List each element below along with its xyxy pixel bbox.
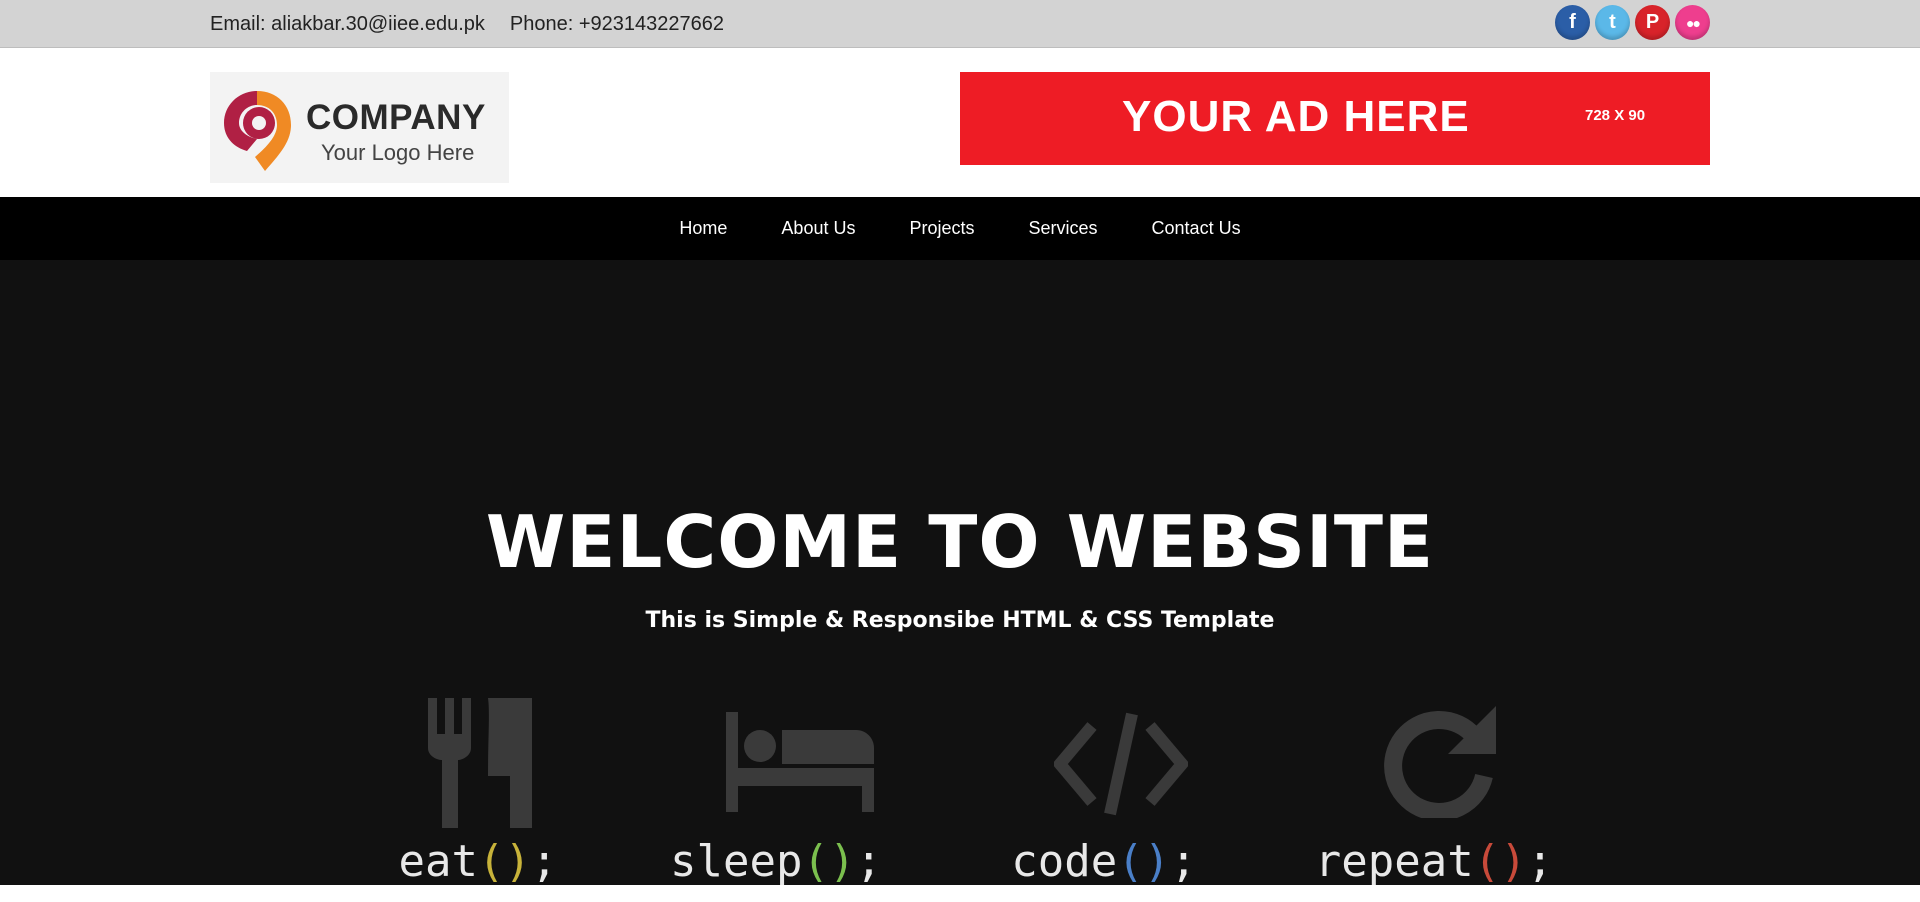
hero-motto: eat(); sleep(); code(); repeat(); xyxy=(0,698,1920,885)
main-nav: Home About Us Projects Services Contact … xyxy=(0,197,1920,260)
logo-company-name: COMPANY xyxy=(306,98,486,137)
contact-info: Email: aliakbar.30@iiee.edu.pk Phone: +9… xyxy=(210,13,724,36)
motto-sleep: sleep(); xyxy=(670,698,882,885)
motto-code: code(); xyxy=(1011,698,1197,885)
code-icon xyxy=(1052,712,1190,816)
facebook-icon[interactable]: f xyxy=(1555,5,1590,40)
logo-tagline: Your Logo Here xyxy=(321,140,475,165)
twitter-icon[interactable]: t xyxy=(1595,5,1630,40)
nav-about-us[interactable]: About Us xyxy=(781,218,855,239)
motto-code-caption: code(); xyxy=(1011,836,1197,885)
logo-pin-icon xyxy=(224,91,291,171)
hero-subtitle: This is Simple & Responsibe HTML & CSS T… xyxy=(645,608,1275,633)
nav-services[interactable]: Services xyxy=(1029,218,1098,239)
motto-eat-caption: eat(); xyxy=(398,836,558,885)
fork-knife-icon xyxy=(428,698,532,828)
nav-contact-us[interactable]: Contact Us xyxy=(1152,218,1241,239)
hero-section: WELCOME TO WEBSITE This is Simple & Resp… xyxy=(0,260,1920,885)
ad-banner[interactable]: YOUR AD HERE 728 X 90 xyxy=(960,72,1710,165)
social-links: f t P ●● xyxy=(1555,5,1710,40)
top-bar: Email: aliakbar.30@iiee.edu.pk Phone: +9… xyxy=(0,0,1920,48)
nav-home[interactable]: Home xyxy=(679,218,727,239)
page-bottom-edge xyxy=(0,885,1920,902)
bed-icon xyxy=(726,712,874,812)
ad-text: YOUR AD HERE xyxy=(1122,92,1470,141)
pinterest-icon[interactable]: P xyxy=(1635,5,1670,40)
ad-size: 728 X 90 xyxy=(1585,107,1646,124)
motto-repeat: repeat(); xyxy=(1315,698,1553,885)
motto-sleep-caption: sleep(); xyxy=(670,836,882,885)
motto-repeat-caption: repeat(); xyxy=(1314,836,1554,885)
hero-title: WELCOME TO WEBSITE xyxy=(485,500,1435,584)
refresh-icon xyxy=(1384,706,1496,821)
phone-text: Phone: +923143227662 xyxy=(509,13,725,35)
site-header: COMPANY Your Logo Here YOUR AD HERE 728 … xyxy=(0,48,1920,197)
flickr-icon[interactable]: ●● xyxy=(1675,5,1710,40)
motto-eat: eat(); xyxy=(399,698,557,885)
company-logo[interactable]: COMPANY Your Logo Here xyxy=(210,72,509,183)
email-text: Email: aliakbar.30@iiee.edu.pk xyxy=(210,13,485,35)
nav-projects[interactable]: Projects xyxy=(909,218,974,239)
